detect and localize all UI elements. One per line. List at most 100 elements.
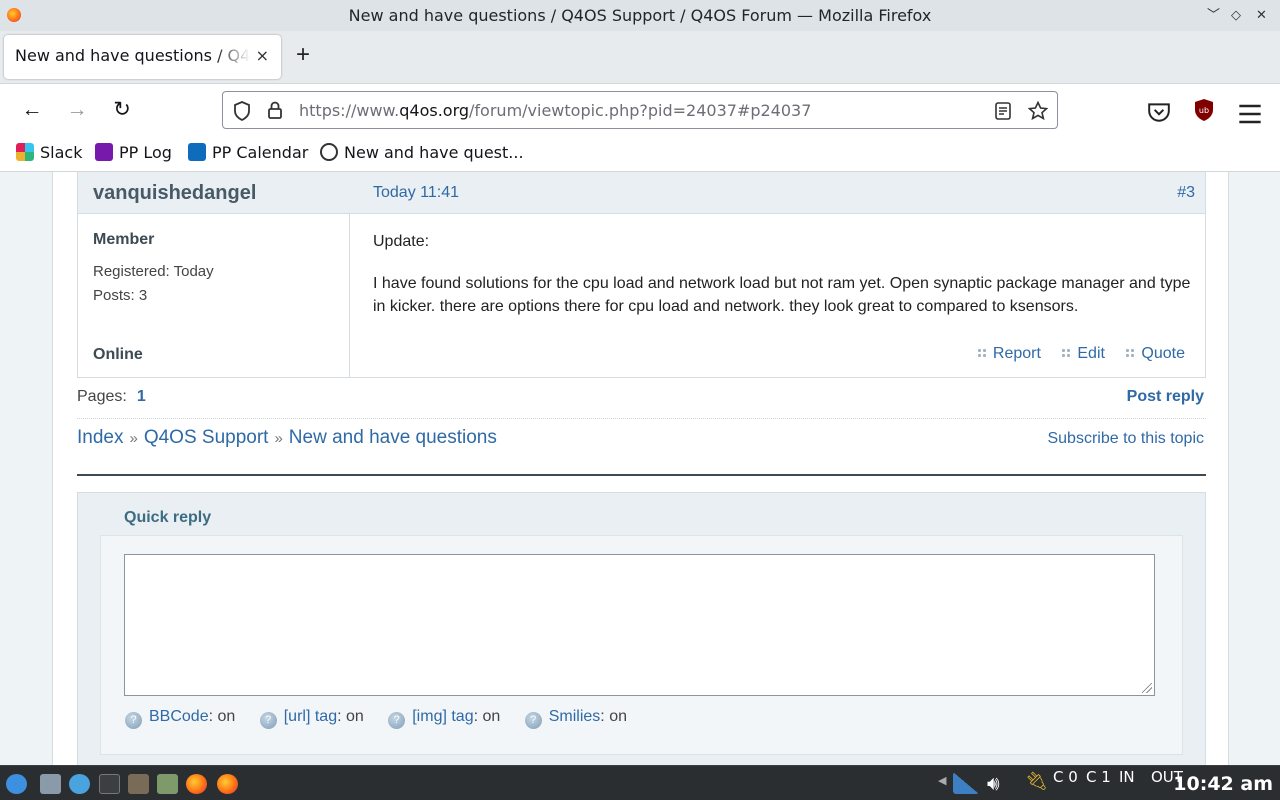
current-page: 1 bbox=[136, 388, 146, 405]
resize-handle-icon[interactable] bbox=[1142, 683, 1152, 693]
reader-view-icon[interactable] bbox=[994, 102, 1012, 120]
bbcode-help-link[interactable]: BBCode bbox=[149, 708, 209, 725]
onenote-icon bbox=[95, 143, 113, 161]
breadcrumb-forum[interactable]: Q4OS Support bbox=[144, 427, 269, 448]
tab-close-icon[interactable]: × bbox=[256, 46, 269, 65]
breadcrumb-separator: » bbox=[274, 430, 283, 447]
url-tag-option: ? [url] tag: on bbox=[259, 708, 364, 729]
breadcrumb-index[interactable]: Index bbox=[77, 427, 123, 448]
subscribe-link[interactable]: Subscribe to this topic bbox=[1047, 430, 1204, 448]
bookmark-star-icon[interactable] bbox=[1028, 101, 1048, 121]
back-icon[interactable]: ← bbox=[20, 98, 44, 122]
bookmark-pp-calendar[interactable]: PP Calendar bbox=[188, 143, 308, 162]
bookmark-new-and-have-questions[interactable]: New and have quest... bbox=[320, 143, 524, 162]
quick-reply-section: Quick reply ? BBCode: on ? [url] tag: on ?… bbox=[77, 492, 1206, 765]
dots-icon bbox=[976, 348, 986, 357]
forward-icon[interactable]: → bbox=[65, 98, 89, 122]
cpu1-monitor[interactable]: C 1 bbox=[1086, 768, 1111, 786]
smilies-help-link[interactable]: Smilies bbox=[549, 708, 601, 725]
post-time-link[interactable]: Today 11:41 bbox=[373, 184, 459, 202]
author-post-count: Posts: 3 bbox=[93, 287, 148, 304]
firefox-icon bbox=[7, 8, 21, 22]
forum-container: vanquishedangel Today 11:41 #3 Member Re… bbox=[52, 172, 1229, 765]
file-manager-icon[interactable] bbox=[69, 774, 90, 794]
edit-link[interactable]: Edit bbox=[1061, 345, 1105, 362]
taskbar: ◀ 🔊︎ 🔌︎ C 0 C 1 IN OUT 10:42 am bbox=[0, 765, 1280, 800]
lock-icon[interactable] bbox=[267, 100, 283, 120]
help-icon: ? bbox=[388, 712, 406, 729]
tab-strip: New and have questions / Q4OS Support / … bbox=[0, 31, 1280, 83]
url-text[interactable]: https://www.q4os.org/forum/viewtopic.php… bbox=[299, 101, 811, 120]
tab-active[interactable]: New and have questions / Q4OS Support / … bbox=[4, 35, 281, 79]
pocket-icon[interactable] bbox=[1147, 100, 1171, 124]
volume-icon[interactable]: 🔊︎ bbox=[987, 771, 1000, 795]
post-paragraph: Update: bbox=[373, 233, 430, 250]
new-tab-icon[interactable]: + bbox=[296, 43, 310, 67]
clock[interactable]: 10:42 am bbox=[1173, 773, 1273, 795]
breadcrumb-separator: » bbox=[129, 430, 138, 447]
author-registered: Registered: Today bbox=[93, 263, 214, 280]
breadcrumb-topic[interactable]: New and have questions bbox=[289, 427, 497, 448]
start-menu-icon[interactable] bbox=[6, 774, 27, 794]
tray-expand-icon[interactable]: ◀ bbox=[938, 774, 946, 787]
software-center-icon[interactable] bbox=[128, 774, 149, 794]
show-desktop-icon[interactable] bbox=[40, 774, 61, 794]
post-number-link[interactable]: #3 bbox=[1177, 184, 1195, 202]
tab-title: New and have questions / Q4OS Support / … bbox=[15, 46, 250, 65]
window-titlebar: New and have questions / Q4OS Support / … bbox=[0, 0, 1280, 31]
svg-text:ub: ub bbox=[1199, 106, 1209, 115]
forum-post: vanquishedangel Today 11:41 #3 Member Re… bbox=[77, 172, 1206, 378]
close-window-icon[interactable]: ✕ bbox=[1256, 0, 1267, 31]
help-icon: ? bbox=[524, 712, 542, 729]
pagination: Pages: 1 bbox=[77, 388, 146, 406]
network-icon[interactable] bbox=[953, 772, 979, 794]
firefox-taskbar-icon[interactable] bbox=[217, 774, 238, 794]
minimize-icon[interactable]: ﹀ bbox=[1207, 0, 1220, 31]
post-author[interactable]: vanquishedangel bbox=[93, 182, 256, 205]
bookmark-pp-log[interactable]: PP Log bbox=[95, 143, 172, 162]
net-in-monitor[interactable]: IN bbox=[1119, 768, 1135, 786]
archive-icon[interactable] bbox=[157, 774, 178, 794]
bbcode-option: ? BBCode: on bbox=[125, 708, 235, 729]
post-reply-link[interactable]: Post reply bbox=[1127, 388, 1204, 406]
breadcrumb: Index » Q4OS Support » New and have question… bbox=[77, 427, 497, 449]
power-icon[interactable]: 🔌︎ bbox=[1025, 771, 1048, 792]
cpu0-monitor[interactable]: C 0 bbox=[1053, 768, 1078, 786]
url-bar[interactable]: https://www.q4os.org/forum/viewtopic.php… bbox=[222, 91, 1058, 129]
url-tag-help-link[interactable]: [url] tag bbox=[284, 708, 337, 725]
img-tag-option: ? [img] tag: on bbox=[388, 708, 500, 729]
navigation-bar: ← → ↻ https://www.q4os.org/forum/viewtop… bbox=[0, 83, 1280, 136]
help-icon: ? bbox=[125, 712, 142, 729]
smilies-option: ? Smilies: on bbox=[524, 708, 627, 729]
page-content: vanquishedangel Today 11:41 #3 Member Re… bbox=[0, 172, 1280, 765]
quick-reply-title: Quick reply bbox=[124, 509, 212, 526]
post-header: vanquishedangel Today 11:41 #3 bbox=[78, 172, 1205, 214]
window-title: New and have questions / Q4OS Support / … bbox=[348, 6, 932, 25]
dots-icon bbox=[1061, 348, 1071, 357]
divider bbox=[77, 474, 1206, 476]
pages-label: Pages: bbox=[77, 388, 127, 405]
img-tag-help-link[interactable]: [img] tag bbox=[412, 708, 473, 725]
firefox-taskbar-icon[interactable] bbox=[186, 774, 207, 794]
ublock-icon[interactable]: ub bbox=[1192, 98, 1216, 122]
shield-icon[interactable] bbox=[233, 101, 251, 121]
divider bbox=[77, 418, 1206, 419]
reload-icon[interactable]: ↻ bbox=[110, 98, 134, 122]
post-actions: Report Edit Quote bbox=[961, 345, 1185, 363]
author-online-status: Online bbox=[93, 346, 143, 363]
maximize-icon[interactable]: ◇ bbox=[1231, 0, 1241, 31]
post-author-info: Member Registered: Today Posts: 3 Online bbox=[78, 214, 350, 377]
quick-reply-box: ? BBCode: on ? [url] tag: on ? [img] tag: o… bbox=[100, 535, 1183, 755]
outlook-icon bbox=[188, 143, 206, 161]
bookmarks-bar: Slack PP Log PP Calendar New and have qu… bbox=[0, 136, 1280, 172]
terminal-icon[interactable] bbox=[99, 774, 120, 794]
report-link[interactable]: Report bbox=[976, 345, 1041, 362]
quote-link[interactable]: Quote bbox=[1125, 345, 1185, 362]
globe-icon bbox=[320, 143, 338, 161]
help-icon: ? bbox=[259, 712, 277, 729]
bookmark-slack[interactable]: Slack bbox=[16, 143, 82, 162]
menu-icon[interactable] bbox=[1238, 102, 1262, 126]
dots-icon bbox=[1125, 348, 1135, 357]
post-paragraph: I have found solutions for the cpu load … bbox=[373, 275, 1191, 315]
quick-reply-textarea[interactable] bbox=[124, 554, 1155, 696]
